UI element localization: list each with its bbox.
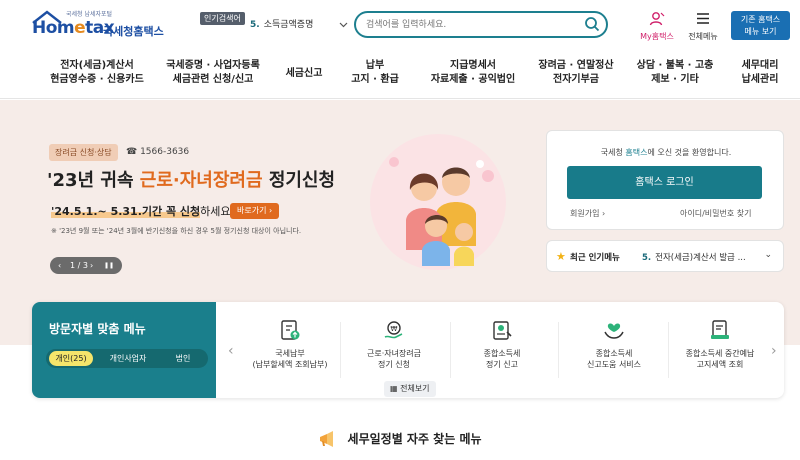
popular-search-text: 소득금액증명 [263, 20, 314, 30]
service-label: 종합소득세 정기 신고 [483, 349, 521, 369]
document-upload-icon [281, 320, 300, 340]
tab-individual[interactable]: 개인(25) [49, 351, 93, 366]
divider [340, 322, 341, 378]
my-hometax-label: My홈택스 [640, 32, 674, 41]
hero-shortcut-button[interactable]: 바로가기 › [230, 203, 280, 219]
popular-menu-item: 5. 전자(세금)계산서 발급 ... [642, 253, 746, 263]
popular-search-num: 5. [250, 20, 260, 30]
service-label: 국세납부 (납부할세액 조회납부) [252, 349, 328, 369]
family-illustration [370, 134, 506, 270]
divider [450, 322, 451, 378]
welcome-text: 국세청 홈택스에 오신 것을 환영합니다. [600, 148, 732, 157]
chevron-down-icon [339, 22, 348, 28]
main-nav: 전자(세금)계산서 현금영수증 · 신용카드 국세증명 · 사업자등록 세금관련… [0, 55, 800, 99]
document-search-icon [711, 320, 729, 339]
nav-item-tax-agent[interactable]: 세무대리 납세관리 [730, 59, 790, 87]
pager-next-button[interactable]: › [90, 257, 93, 274]
service-label: 종합소득세 중간예납 고지세액 조회 [685, 349, 755, 369]
tab-sole-proprietor[interactable]: 개인사업자 [96, 351, 160, 366]
popular-menu-label: 최근 인기메뉴 [570, 253, 620, 263]
hero-pager: ‹ 1 / 3 › ❚❚ [50, 257, 122, 274]
nav-item-e-invoice[interactable]: 전자(세금)계산서 현금영수증 · 신용카드 [44, 59, 150, 87]
coin-hand-icon: ₩ [384, 321, 403, 339]
service-interim-prepayment[interactable]: 종합소득세 중간예납 고지세액 조회 [674, 318, 766, 370]
pager-prev-button[interactable]: ‹ [58, 257, 61, 274]
visitor-menu-title: 방문자별 맞춤 메뉴 [49, 322, 146, 336]
nav-item-payment[interactable]: 납부 고지 · 환급 [340, 59, 410, 87]
search-box [354, 11, 608, 38]
view-all-button[interactable]: ▦ 전체보기 [384, 381, 436, 397]
service-label: 근로·자녀장려금 정기 신청 [366, 349, 422, 369]
nav-item-certificates[interactable]: 국세증명 · 사업자등록 세금관련 신청/신고 [158, 59, 268, 87]
pager-text: 1 / 3 [70, 261, 88, 270]
hero-tag: 장려금 신청·상담 [49, 144, 118, 161]
hometax-logo[interactable]: 국세청 납세자포털 Hometax 국세청홈택스 [32, 8, 164, 42]
nav-item-incentives[interactable]: 장려금 · 연말정산 전자기부금 [530, 59, 622, 87]
pager-pause-button[interactable]: ❚❚ [104, 257, 114, 274]
join-link[interactable]: 회원가입 › [570, 208, 605, 219]
hero-phone: ☎ 1566-3636 [126, 147, 190, 157]
search-input[interactable] [366, 16, 576, 33]
popular-menu-card[interactable]: ★ 최근 인기메뉴 5. 전자(세금)계산서 발급 ... ⌄ [546, 240, 784, 272]
service-income-tax-report[interactable]: 종합소득세 정기 신고 [456, 318, 548, 370]
star-icon: ★ [556, 250, 566, 263]
my-hometax-button[interactable]: My홈택스 [636, 11, 678, 42]
hero-title: '23년 귀속 근로·자녀장려금 정기신청 [47, 170, 336, 191]
nav-item-consultation[interactable]: 상담 · 불복 · 고충 제보 · 기타 [632, 59, 718, 87]
find-account-link[interactable]: 아이디/비밀번호 찾기 [680, 208, 751, 219]
logo-tagline: 국세청 납세자포털 [66, 11, 113, 18]
services-prev-button[interactable]: ‹ [228, 343, 234, 359]
helping-hands-icon [604, 323, 624, 339]
header: 국세청 납세자포털 Hometax 국세청홈택스 인기검색어 5. 소득금액증명 … [0, 0, 800, 50]
hamburger-icon [697, 13, 709, 24]
tax-report-icon [493, 321, 512, 340]
divider [668, 322, 669, 378]
services-next-button[interactable]: › [771, 343, 777, 359]
logo-wordmark: Hometax [32, 18, 115, 38]
login-card: 국세청 홈택스에 오신 것을 환영합니다. 홈택스 로그인 회원가입 › 아이디… [546, 130, 784, 230]
svg-text:₩: ₩ [391, 325, 398, 333]
all-menu-button[interactable]: 전체메뉴 [684, 11, 722, 42]
megaphone-icon [320, 430, 334, 447]
popular-search-badge: 인기검색어 [200, 12, 245, 25]
search-icon[interactable] [584, 16, 600, 32]
logo-subtitle: 국세청홈택스 [103, 25, 164, 38]
login-button[interactable]: 홈택스 로그인 [567, 166, 762, 199]
popular-search: 인기검색어 5. 소득금액증명 [200, 12, 350, 38]
visitor-menu-header: 방문자별 맞춤 메뉴 개인(25) 개인사업자 법인 [32, 302, 216, 398]
nav-item-tax-filing[interactable]: 세금신고 [280, 67, 328, 81]
schedule-title: 세무일정별 자주 찾는 메뉴 [347, 432, 482, 446]
schedule-section: 세무일정별 자주 찾는 메뉴 [0, 428, 800, 448]
visitor-tabs: 개인(25) 개인사업자 법인 [46, 349, 208, 368]
service-tax-payment[interactable]: 국세납부 (납부할세액 조회납부) [244, 318, 336, 370]
hero-period: '24.5.1.~ 5.31.기간 꼭 신청하세요! [51, 205, 235, 218]
popular-search-select[interactable]: 5. 소득금액증명 [250, 13, 350, 37]
tab-corporation[interactable]: 법인 [164, 351, 202, 366]
divider [558, 322, 559, 378]
service-label: 종합소득세 신고도움 서비스 [586, 349, 642, 369]
legacy-menu-button[interactable]: 기존 홈택스 메뉴 보기 [731, 11, 790, 40]
nav-item-payment-statements[interactable]: 지급명세서 자료제출 · 공익법인 [418, 59, 528, 87]
hero-note: ※ '23년 9월 또는 '24년 3월에 반기신청을 하신 경우 5월 정기신… [51, 227, 302, 235]
service-filing-help[interactable]: 종합소득세 신고도움 서비스 [568, 318, 660, 370]
all-menu-label: 전체메뉴 [688, 32, 718, 41]
service-incentive-apply[interactable]: ₩ 근로·자녀장려금 정기 신청 [348, 318, 440, 370]
user-icon [649, 12, 665, 26]
chevron-down-icon[interactable]: ⌄ [764, 250, 772, 260]
